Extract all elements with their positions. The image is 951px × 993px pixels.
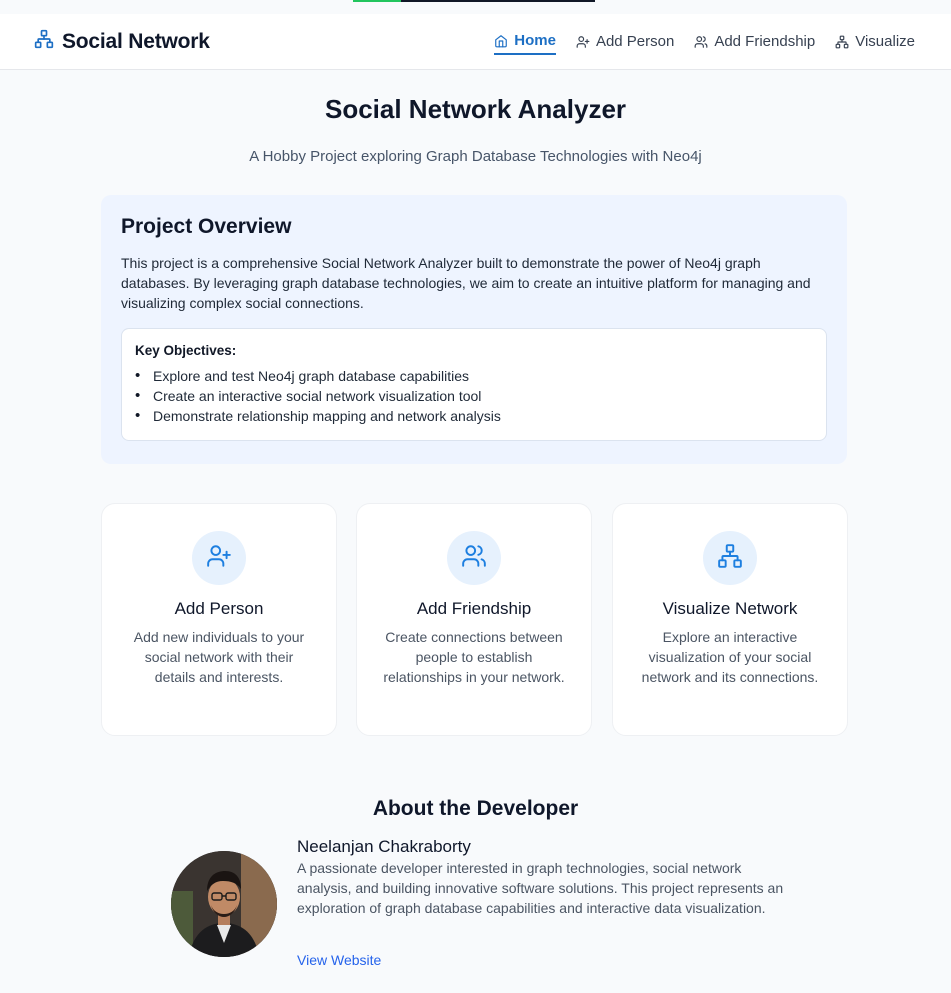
nav-add-friendship-label: Add Friendship [714, 33, 816, 50]
users-icon [694, 35, 708, 49]
feature-description: Create connections between people to est… [383, 629, 565, 685]
project-overview-card: Project Overview This project is a compr… [101, 195, 847, 464]
nav-add-friendship[interactable]: Add Friendship [694, 29, 815, 54]
icon-badge [447, 531, 501, 585]
objectives-box: Key Objectives: Explore and test Neo4j g… [121, 328, 827, 441]
list-item: Create an interactive social network vis… [135, 386, 812, 406]
developer-name: Neelanjan Chakraborty [297, 837, 471, 856]
feature-cards: Add Person Add new individuals to your s… [101, 503, 848, 736]
overview-title: Project Overview [121, 215, 292, 238]
feature-description: Add new individuals to your social netwo… [133, 629, 305, 685]
about-title: About the Developer [372, 797, 579, 820]
view-website-link[interactable]: View Website [297, 952, 381, 968]
feature-description: Explore an interactive visualization of … [641, 629, 819, 685]
nav-visualize-label: Visualize [855, 33, 915, 50]
top-progress-bar [353, 0, 595, 2]
page-subtitle: A Hobby Project exploring Graph Database… [249, 148, 702, 165]
brand-title: Social Network [62, 29, 210, 53]
nav-home[interactable]: Home [494, 28, 556, 55]
nav-add-person[interactable]: Add Person [576, 29, 674, 54]
avatar [171, 851, 277, 957]
network-icon [835, 35, 849, 49]
network-icon [717, 543, 743, 574]
main-nav: Home Add Person Add Friendship Visualize [494, 28, 915, 55]
feature-card-add-friendship[interactable]: Add Friendship Create connections betwee… [356, 503, 592, 736]
developer-bio: A passionate developer interested in gra… [297, 860, 784, 916]
user-plus-icon [206, 543, 232, 574]
icon-badge [192, 531, 246, 585]
nav-home-label: Home [514, 32, 556, 49]
objectives-title: Key Objectives: [135, 343, 237, 358]
feature-title: Visualize Network [662, 599, 798, 618]
feature-title: Add Person [174, 599, 264, 618]
users-icon [461, 543, 487, 574]
list-item: Explore and test Neo4j graph database ca… [135, 366, 812, 386]
feature-card-add-person[interactable]: Add Person Add new individuals to your s… [101, 503, 337, 736]
brand[interactable]: Social Network [34, 29, 210, 54]
user-plus-icon [576, 35, 590, 49]
nav-visualize[interactable]: Visualize [835, 29, 915, 54]
page-title: Social Network Analyzer [324, 94, 627, 124]
icon-badge [703, 531, 757, 585]
site-header: Social Network Home Add Person Add Frien… [0, 14, 951, 70]
network-icon [34, 29, 54, 54]
objectives-list: Explore and test Neo4j graph database ca… [135, 366, 812, 426]
home-icon [494, 34, 508, 48]
feature-title: Add Friendship [416, 599, 532, 618]
feature-card-visualize-network[interactable]: Visualize Network Explore an interactive… [612, 503, 848, 736]
nav-add-person-label: Add Person [595, 33, 675, 50]
overview-text: This project is a comprehensive Social N… [121, 255, 811, 311]
list-item: Demonstrate relationship mapping and net… [135, 406, 812, 426]
